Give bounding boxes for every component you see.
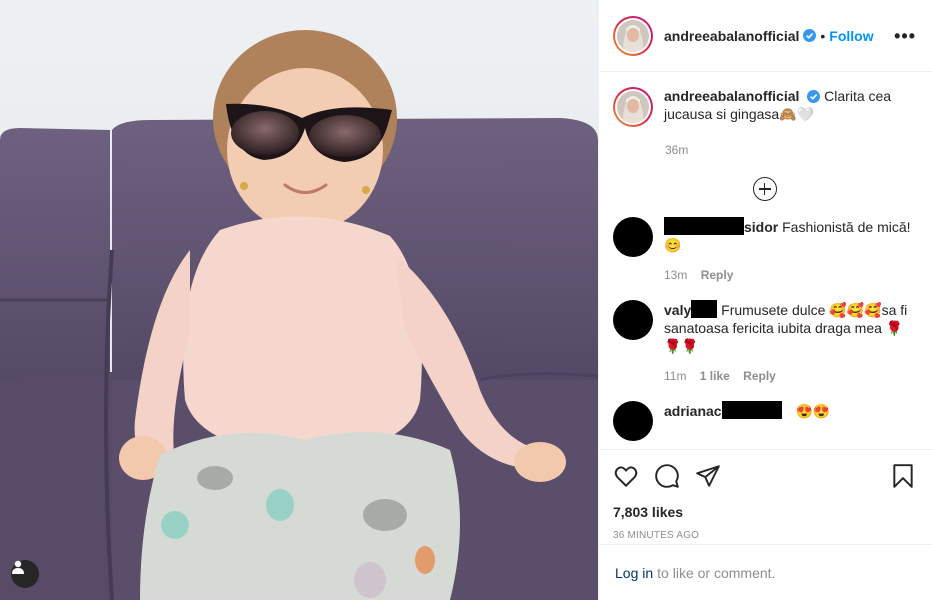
comment-icon[interactable] <box>654 463 680 489</box>
comment-time: 11m <box>664 369 687 383</box>
follow-button[interactable]: Follow <box>829 28 873 44</box>
photo-illustration <box>0 0 598 600</box>
verified-badge-icon <box>807 90 821 103</box>
comment-meta: 11m 1 like Reply <box>664 367 914 385</box>
heart-icon[interactable] <box>613 463 639 489</box>
reply-button[interactable]: Reply <box>701 268 734 282</box>
comment-username[interactable]: valy <box>664 300 718 318</box>
author-avatar[interactable] <box>613 15 653 56</box>
commenter-avatar[interactable] <box>613 300 653 340</box>
comment-username[interactable]: sidor <box>664 217 778 235</box>
caption-username[interactable]: andreeabalanofficial <box>664 88 799 104</box>
avatar-image <box>617 19 649 52</box>
commenter-avatar[interactable] <box>613 217 653 257</box>
comment-likes[interactable]: 1 like <box>700 369 730 383</box>
user-tag-button[interactable] <box>11 560 39 588</box>
avatar-image <box>617 91 649 123</box>
author-username[interactable]: andreeabalanofficial <box>664 28 799 44</box>
commenter-avatar[interactable] <box>613 401 653 441</box>
reply-button[interactable]: Reply <box>743 369 776 383</box>
login-prompt-text: to like or comment. <box>657 564 776 581</box>
user-tag-icon <box>12 560 24 574</box>
login-link[interactable]: Log in <box>615 565 653 581</box>
like-count[interactable]: 7,803 likes <box>613 504 916 520</box>
load-more-comments-button[interactable] <box>752 177 777 201</box>
post-sidebar: andreeabalanofficial • Follow ••• andree… <box>598 0 932 600</box>
post-caption: andreeabalanofficial Clarita cea jucausa… <box>613 87 916 127</box>
comment-username[interactable]: adrianac <box>664 401 782 419</box>
post-actions: 7,803 likes 36 MINUTES AGO <box>599 449 932 541</box>
verified-badge-icon <box>803 29 817 42</box>
comment-text: 😍😍 <box>795 403 831 419</box>
comments-list[interactable]: andreeabalanofficial Clarita cea jucausa… <box>599 73 932 449</box>
comment-item: adrianac 😍😍 <box>613 401 916 441</box>
comment-meta: 13m Reply <box>664 266 914 284</box>
comment-item: sidor Fashionistă de mică! 😊 13m Reply <box>613 217 916 284</box>
post-photo[interactable] <box>0 0 598 600</box>
caption-avatar[interactable] <box>613 87 653 127</box>
share-icon[interactable] <box>695 463 721 489</box>
separator-dot: • <box>820 27 826 44</box>
bookmark-icon[interactable] <box>890 463 916 489</box>
redacted-block <box>721 401 782 419</box>
comment-item: valy Frumusete dulce 🥰🥰🥰sa fi sanatoasa … <box>613 300 916 385</box>
post-timestamp[interactable]: 36 MINUTES AGO <box>613 530 916 541</box>
redacted-block <box>691 300 718 318</box>
redacted-block <box>664 217 744 235</box>
login-prompt: Log in to like or comment. <box>599 544 932 600</box>
comment-time: 13m <box>664 268 688 282</box>
caption-time: 36m <box>665 143 689 157</box>
post-header: andreeabalanofficial • Follow ••• <box>599 0 932 72</box>
more-options-button[interactable]: ••• <box>894 27 916 45</box>
